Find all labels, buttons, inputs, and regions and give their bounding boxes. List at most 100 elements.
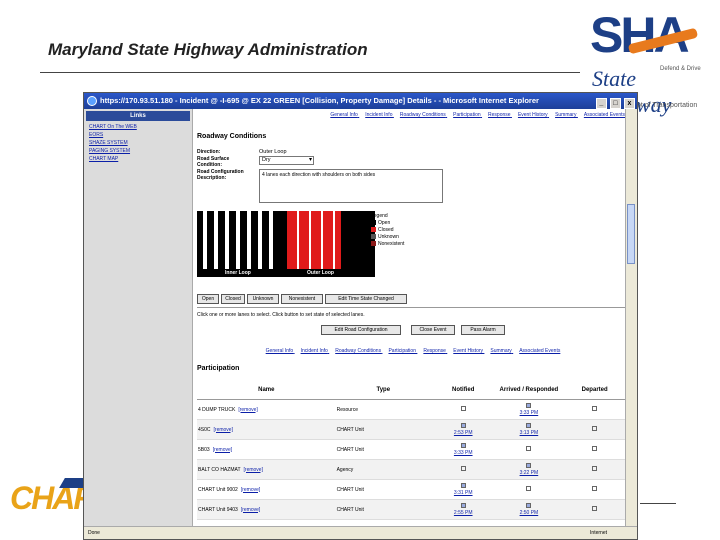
table-header-row: Name Type Notified Arrived / Responded D… — [197, 381, 627, 400]
legend-label: Closed — [378, 227, 394, 233]
col-notified: Notified — [430, 381, 496, 400]
notified-checkbox[interactable] — [460, 483, 466, 488]
departed-checkbox[interactable] — [592, 506, 598, 511]
participant-type: CHART Unit — [335, 439, 431, 460]
lane[interactable] — [225, 211, 229, 269]
table-row: BALT CO HAZMAT [remove] Agency 3:22 PM — [197, 459, 627, 480]
remove-link[interactable]: [remove] — [238, 407, 257, 413]
outer-loop-label: Outer Loop — [307, 270, 334, 276]
arrived-time[interactable]: 2:50 PM — [496, 510, 561, 516]
nonexistent-button[interactable]: Nonexistent — [281, 294, 323, 304]
window-title: https://170.93.51.180 - Incident @ -I-69… — [100, 96, 539, 105]
arrived-checkbox[interactable] — [526, 446, 532, 451]
status-zone: Internet — [590, 530, 607, 536]
nav-event-history[interactable]: Event History — [453, 348, 483, 354]
link-shaze-system[interactable]: SHAZE SYSTEM — [89, 139, 192, 147]
link-paging-system[interactable]: PAGING SYSTEM — [89, 147, 192, 155]
nav-incident-info[interactable]: Incident Info — [301, 348, 328, 354]
nav-summary[interactable]: Summary — [555, 112, 576, 118]
maximize-button[interactable]: □ — [609, 98, 621, 109]
lane[interactable] — [269, 211, 273, 269]
links-sidebar: Links CHART On The WEB EORS SHAZE SYSTEM… — [84, 109, 193, 527]
surface-condition-select[interactable]: Dry — [259, 156, 314, 165]
nav-response[interactable]: Response — [488, 112, 511, 118]
remove-link[interactable]: [remove] — [213, 447, 232, 453]
arrived-checkbox[interactable] — [526, 486, 532, 491]
nav-participation[interactable]: Participation — [388, 348, 416, 354]
nav-summary[interactable]: Summary — [490, 348, 511, 354]
pass-alarm-button[interactable]: Pass Alarm — [461, 325, 505, 335]
window-titlebar[interactable]: https://170.93.51.180 - Incident @ -I-69… — [84, 93, 637, 109]
lane[interactable] — [247, 211, 251, 269]
nav-general-info[interactable]: General Info — [330, 112, 358, 118]
notified-checkbox[interactable] — [460, 406, 466, 411]
notified-time[interactable]: 2:55 PM — [432, 510, 495, 516]
notified-checkbox[interactable] — [460, 503, 466, 508]
nav-general-info[interactable]: General Info — [266, 348, 294, 354]
inner-loop-label: Inner Loop — [225, 270, 251, 276]
nav-associated-events[interactable]: Associated Events — [584, 112, 625, 118]
arrived-checkbox[interactable] — [526, 403, 532, 408]
departed-cell — [562, 479, 627, 500]
edit-road-config-button[interactable]: Edit Road Configuration — [321, 325, 401, 335]
notified-checkbox[interactable] — [460, 466, 466, 471]
edit-time-state-button[interactable]: Edit Time State Changed — [325, 294, 407, 304]
notified-cell: 2:55 PM — [430, 499, 496, 520]
notified-time[interactable]: 3:31 PM — [432, 490, 495, 496]
departed-checkbox[interactable] — [592, 426, 598, 431]
nav-incident-info[interactable]: Incident Info — [365, 112, 392, 118]
nav-participation[interactable]: Participation — [453, 112, 481, 118]
remove-link[interactable]: [remove] — [241, 507, 260, 513]
scroll-thumb[interactable] — [627, 204, 635, 264]
departed-checkbox[interactable] — [592, 486, 598, 491]
col-name: Name — [197, 381, 336, 400]
closed-button[interactable]: Closed — [221, 294, 245, 304]
nav-roadway-conditions[interactable]: Roadway Conditions — [400, 112, 446, 118]
close-button[interactable]: x — [624, 98, 635, 109]
remove-link[interactable]: [remove] — [214, 427, 233, 433]
close-event-button[interactable]: Close Event — [411, 325, 455, 335]
nav-event-history[interactable]: Event History — [518, 112, 548, 118]
arrived-time[interactable]: 3:13 PM — [496, 430, 561, 436]
notified-time[interactable]: 2:53 PM — [432, 430, 495, 436]
vertical-scrollbar[interactable] — [625, 109, 637, 527]
link-chart-web[interactable]: CHART On The WEB — [89, 123, 192, 131]
link-eors[interactable]: EORS — [89, 131, 192, 139]
arrived-checkbox[interactable] — [526, 463, 532, 468]
lane[interactable] — [236, 211, 240, 269]
lane[interactable] — [214, 211, 218, 269]
departed-checkbox[interactable] — [592, 446, 598, 451]
participant-type: Agency — [335, 459, 431, 480]
notified-checkbox[interactable] — [460, 443, 466, 448]
legend-swatch — [371, 241, 376, 247]
legend-swatch — [371, 220, 376, 226]
link-chart-map[interactable]: CHART MAP — [89, 155, 192, 163]
roadway-conditions-title: Roadway Conditions — [197, 133, 267, 140]
lane[interactable] — [258, 211, 262, 269]
lane[interactable] — [203, 211, 207, 269]
status-bar: Done Internet — [84, 526, 637, 539]
nav-associated-events[interactable]: Associated Events — [519, 348, 560, 354]
open-button[interactable]: Open — [197, 294, 219, 304]
nav-roadway-conditions[interactable]: Roadway Conditions — [335, 348, 381, 354]
notified-checkbox[interactable] — [460, 423, 466, 428]
notified-time[interactable]: 3:33 PM — [432, 450, 495, 456]
window-controls: _ □ x — [595, 95, 635, 109]
slide-title: Maryland State Highway Administration — [48, 40, 368, 59]
notified-cell: 3:33 PM — [430, 439, 496, 460]
notified-cell — [430, 459, 496, 480]
arrived-checkbox[interactable] — [526, 423, 532, 428]
minimize-button[interactable]: _ — [595, 98, 607, 109]
remove-link[interactable]: [remove] — [241, 487, 260, 493]
arrived-time[interactable]: 3:33 PM — [496, 410, 561, 416]
road-config-textarea[interactable]: 4 lanes each direction with shoulders on… — [259, 169, 443, 203]
arrived-time[interactable]: 3:22 PM — [496, 470, 561, 476]
remove-link[interactable]: [remove] — [244, 467, 263, 473]
notified-cell: 3:31 PM — [430, 479, 496, 500]
departed-checkbox[interactable] — [592, 466, 598, 471]
arrived-checkbox[interactable] — [526, 503, 532, 508]
nav-response[interactable]: Response — [423, 348, 446, 354]
unknown-button[interactable]: Unknown — [247, 294, 279, 304]
participant-name: CHART Unit 9002 [remove] — [197, 479, 336, 500]
departed-checkbox[interactable] — [592, 406, 598, 411]
